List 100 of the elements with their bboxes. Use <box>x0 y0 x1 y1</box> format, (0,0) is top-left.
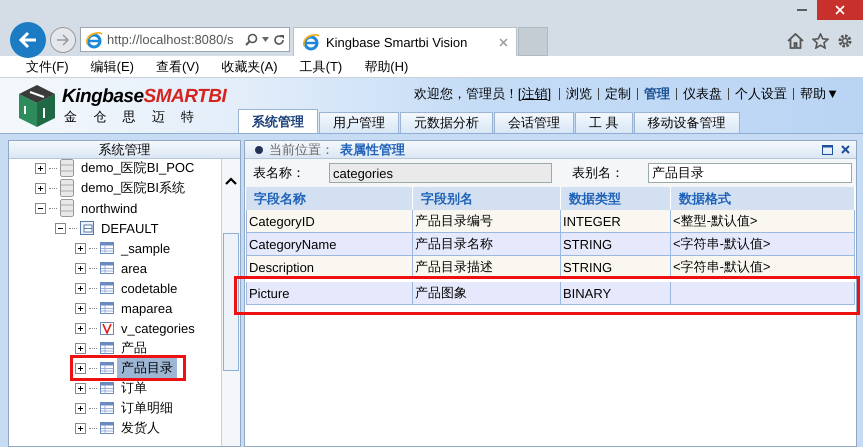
tree-item[interactable]: DEFAULT <box>97 220 163 236</box>
menu-item[interactable]: 文件(F) <box>26 58 69 76</box>
expand-icon[interactable] <box>75 422 86 434</box>
table-icon <box>100 342 114 354</box>
table-icon <box>100 422 114 434</box>
expand-icon[interactable] <box>35 162 46 174</box>
close-button[interactable] <box>817 0 863 20</box>
panel-title: 系统管理 <box>9 141 240 159</box>
browser-tab[interactable]: Kingbase Smartbi Vision <box>293 27 517 56</box>
maximize-icon[interactable] <box>822 144 833 154</box>
scrollbar[interactable] <box>221 159 240 446</box>
expand-icon[interactable] <box>35 182 46 194</box>
expand-icon[interactable] <box>75 302 86 314</box>
tab[interactable]: 系统管理 <box>238 109 318 133</box>
menu-item[interactable]: 收藏夹(A) <box>221 58 278 76</box>
scroll-thumb[interactable] <box>223 233 239 371</box>
tree-item[interactable]: v_categories <box>117 320 199 336</box>
tree-item[interactable]: _sample <box>117 240 174 256</box>
expand-icon[interactable] <box>75 242 86 254</box>
greeting-text: 欢迎您，管理员！[注销] <box>414 85 552 103</box>
nav-link[interactable]: 仪表盘 <box>676 88 728 100</box>
field-label: 表别名： <box>572 164 625 182</box>
tree-item[interactable]: 订单 <box>117 378 151 398</box>
search-icon <box>245 33 258 46</box>
nav-link[interactable]: 浏览 <box>559 88 598 100</box>
logout-link[interactable]: 注销 <box>522 86 548 101</box>
table-icon <box>100 402 114 414</box>
table-icon <box>100 302 114 314</box>
column-header[interactable]: 字段别名 <box>413 187 561 210</box>
tree-item[interactable]: demo_医院BI_POC <box>77 159 198 178</box>
table-cell: STRING <box>561 233 671 256</box>
database-icon <box>60 199 74 217</box>
menu-item[interactable]: 帮助(H) <box>364 58 408 76</box>
tab[interactable]: 元数据分析 <box>400 112 493 133</box>
logo-subtitle: 金 <box>64 108 77 126</box>
tree-item[interactable]: area <box>117 260 152 276</box>
forward-arrow-icon <box>56 34 70 46</box>
tree-item[interactable]: maparea <box>117 300 176 316</box>
table-icon <box>100 262 114 274</box>
menu-item[interactable]: 工具(T) <box>300 58 342 76</box>
table-icon <box>100 362 114 374</box>
logo-text: KingbaseSMARTBI <box>62 86 226 108</box>
schema-icon <box>80 221 94 235</box>
field-label: 表名称： <box>253 164 306 182</box>
tab[interactable]: 用户管理 <box>319 112 399 133</box>
table-icon <box>100 242 114 254</box>
expand-icon[interactable] <box>75 402 86 414</box>
collapse-icon[interactable] <box>35 202 46 214</box>
text-field[interactable]: 产品目录 <box>648 163 852 183</box>
nav-link[interactable]: 个人设置 <box>728 88 794 100</box>
minimize-icon <box>797 9 807 11</box>
column-header[interactable]: 数据类型 <box>561 187 671 210</box>
table-cell: CategoryName <box>246 233 413 256</box>
expand-icon[interactable] <box>75 382 86 394</box>
menu-item[interactable]: 查看(V) <box>156 58 200 76</box>
table-cell: INTEGER <box>561 210 671 233</box>
nav-link[interactable]: 管理 <box>637 88 676 100</box>
close-icon <box>499 38 508 46</box>
expand-icon[interactable] <box>75 282 86 294</box>
settings-icon[interactable] <box>837 33 853 49</box>
address-field[interactable]: http://localhost:8080/s <box>80 27 290 52</box>
tree-item[interactable]: codetable <box>117 280 182 296</box>
tree-item[interactable]: 产品 <box>117 338 151 358</box>
nav-link[interactable]: 定制 <box>598 88 638 100</box>
logo-subtitle: 迈 <box>152 108 165 126</box>
column-header[interactable]: 数据格式 <box>671 187 855 210</box>
expand-icon[interactable] <box>75 262 86 274</box>
database-icon <box>60 159 74 177</box>
back-button[interactable] <box>10 22 46 58</box>
refresh-icon <box>273 34 285 46</box>
expand-icon[interactable] <box>75 362 86 374</box>
tab[interactable]: 移动设备管理 <box>634 112 740 133</box>
database-icon <box>60 179 74 197</box>
table-cell: 产品目录编号 <box>413 210 561 233</box>
tree-item[interactable]: demo_医院BI系统 <box>77 178 190 198</box>
tab[interactable]: 工 具 <box>575 112 633 133</box>
menu-item[interactable]: 编辑(E) <box>90 58 134 76</box>
column-header[interactable]: 字段名称 <box>246 187 413 210</box>
table-cell: 产品图象 <box>413 282 561 305</box>
nav-link[interactable]: 帮助▼ <box>793 88 845 100</box>
tree-item[interactable]: 订单明细 <box>117 398 177 418</box>
caret-icon <box>262 37 269 42</box>
location-text: 表属性管理 <box>340 140 405 158</box>
close-icon[interactable] <box>841 144 850 154</box>
tree-item[interactable]: 发货人 <box>117 418 164 438</box>
tab[interactable]: 会话管理 <box>494 112 574 133</box>
close-icon <box>835 5 845 15</box>
location-label: 当前位置： <box>269 140 334 158</box>
scroll-up-icon[interactable] <box>225 177 237 185</box>
back-arrow-icon <box>18 31 38 49</box>
star-icon[interactable] <box>812 33 829 49</box>
tree-item[interactable]: northwind <box>77 200 142 216</box>
collapse-icon[interactable] <box>55 222 66 234</box>
expand-icon[interactable] <box>75 342 86 354</box>
tree-item[interactable]: 产品目录 <box>117 358 177 378</box>
cube-logo-icon <box>18 84 56 128</box>
home-icon[interactable] <box>787 33 804 49</box>
table-cell: 产品目录名称 <box>413 233 561 256</box>
table-cell: Picture <box>246 282 413 305</box>
expand-icon[interactable] <box>75 322 86 334</box>
